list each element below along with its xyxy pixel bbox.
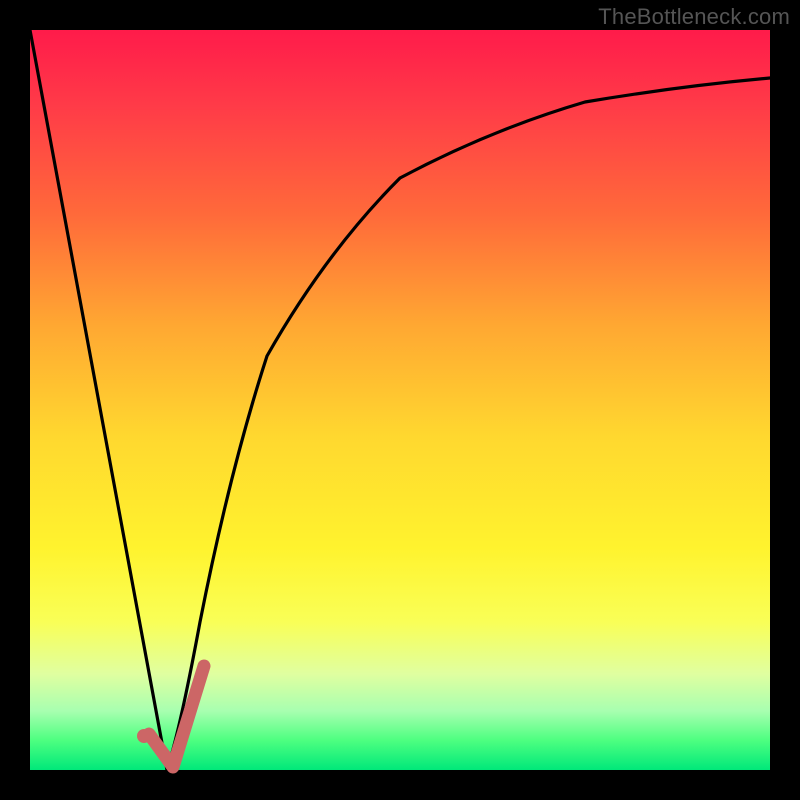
left-descent-line bbox=[30, 30, 167, 770]
curves-svg bbox=[30, 30, 770, 770]
plot-area bbox=[30, 30, 770, 770]
outer-frame: TheBottleneck.com bbox=[0, 0, 800, 800]
watermark-text: TheBottleneck.com bbox=[598, 4, 790, 30]
marker-dot bbox=[137, 729, 151, 743]
right-curve-line bbox=[167, 78, 770, 770]
